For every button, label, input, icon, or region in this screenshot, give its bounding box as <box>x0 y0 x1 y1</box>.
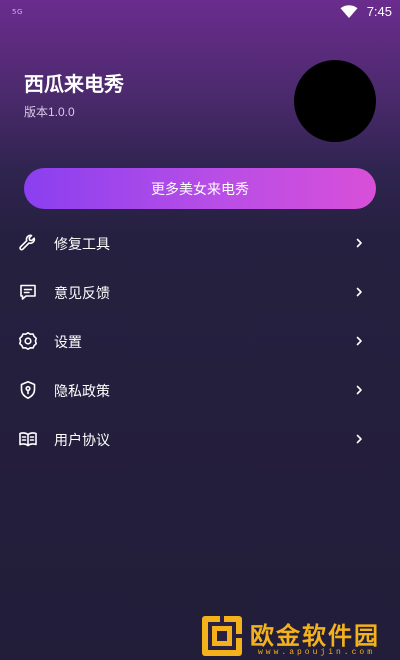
watermark-url: www.apoujin.com <box>258 648 376 657</box>
chevron-right-icon <box>356 336 362 346</box>
menu-item-label: 意见反馈 <box>54 286 110 302</box>
status-bar: 5G 7:45 <box>0 0 400 26</box>
watermark-text: 欧金软件园 <box>250 622 380 650</box>
chevron-right-icon <box>356 238 362 248</box>
feedback-icon <box>20 284 36 300</box>
menu-item-user-agreement[interactable]: 用户协议 <box>0 415 400 464</box>
chevron-right-icon <box>356 385 362 395</box>
agreement-book-icon <box>19 432 37 447</box>
menu-item-label: 隐私政策 <box>54 384 110 400</box>
more-ringtones-button[interactable]: 更多美女来电秀 <box>24 168 376 209</box>
watermark-logo-icon <box>202 616 242 656</box>
menu-item-settings[interactable]: 设置 <box>0 317 400 366</box>
chevron-right-icon <box>356 287 362 297</box>
app-screen: 5G 7:45 西瓜来电秀 版本1.0.0 更多美女来电秀 修复工具 意见反馈 <box>0 0 400 660</box>
app-title: 西瓜来电秀 <box>24 72 124 96</box>
avatar[interactable] <box>294 60 376 142</box>
privacy-shield-icon <box>20 381 36 399</box>
settings-menu: 修复工具 意见反馈 设置 隐私政策 用户协议 <box>0 219 400 464</box>
menu-item-label: 修复工具 <box>54 237 110 253</box>
wrench-icon <box>19 234 36 251</box>
watermark: 欧金软件园 www.apoujin.com <box>200 612 400 660</box>
menu-item-label: 设置 <box>54 335 82 351</box>
menu-item-repair-tool[interactable]: 修复工具 <box>0 219 400 268</box>
app-version: 版本1.0.0 <box>24 105 75 119</box>
gear-icon <box>19 332 37 350</box>
wifi-icon <box>340 5 358 18</box>
chevron-right-icon <box>356 434 362 444</box>
status-time: 7:45 <box>366 4 392 19</box>
menu-item-feedback[interactable]: 意见反馈 <box>0 268 400 317</box>
menu-item-privacy-policy[interactable]: 隐私政策 <box>0 366 400 415</box>
network-indicator: 5G <box>12 8 23 16</box>
menu-item-label: 用户协议 <box>54 433 110 449</box>
